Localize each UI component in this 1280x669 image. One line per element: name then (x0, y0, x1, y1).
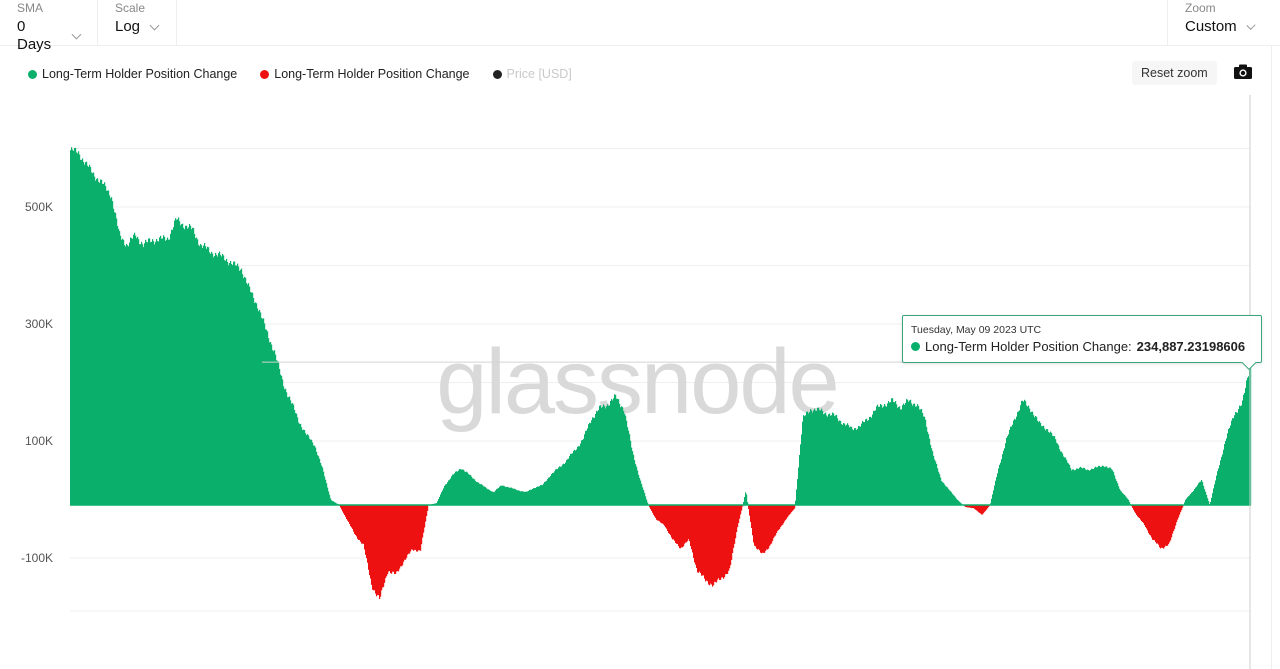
chevron-down-icon (71, 29, 82, 39)
watermark: glassnode (436, 331, 837, 433)
legend-dot-icon (492, 69, 502, 79)
zoom-dropdown[interactable]: Zoom Custom (1167, 0, 1271, 46)
reset-zoom-button[interactable]: Reset zoom (1132, 61, 1217, 85)
zoom-label: Zoom (1185, 1, 1216, 15)
tooltip-series: Long-Term Holder Position Change: (925, 339, 1132, 354)
y-tick-label: 500K (25, 200, 53, 214)
top-toolbar: SMA 0 Days Scale Log Zoom Custom (0, 0, 1280, 53)
scale-label: Scale (115, 1, 146, 15)
zoom-select[interactable]: Custom (1185, 18, 1256, 36)
tooltip-dot-icon (911, 342, 920, 351)
scale-dropdown[interactable]: Scale Log (98, 0, 177, 46)
legend-label: Long-Term Holder Position Change (42, 67, 238, 81)
legend-item-ltph-negative[interactable]: Long-Term Holder Position Change (260, 67, 470, 81)
scale-select[interactable]: Log (115, 18, 160, 36)
sma-dropdown[interactable]: SMA 0 Days (0, 0, 98, 53)
sma-label: SMA (17, 1, 44, 15)
y-tick-label: -100K (21, 551, 53, 565)
tooltip-value: 234,887.23198606 (1136, 339, 1246, 354)
legend-dot-icon (260, 69, 270, 79)
chart-legend: Long-Term Holder Position Change Long-Te… (28, 67, 572, 81)
sma-value: 0 Days (17, 18, 52, 53)
data-tooltip: Tuesday, May 09 2023 UTC Long-Term Holde… (902, 315, 1262, 363)
bar-negative (427, 505, 429, 511)
legend-item-price[interactable]: Price [USD] (492, 67, 572, 81)
y-axis-ticks: 500K 300K 100K -100K (21, 200, 53, 565)
sma-select[interactable]: 0 Days (17, 18, 82, 54)
chevron-down-icon (149, 20, 160, 30)
chevron-down-icon (1246, 20, 1256, 30)
legend-label: Long-Term Holder Position Change (274, 67, 470, 81)
legend-item-ltph-positive[interactable]: Long-Term Holder Position Change (28, 67, 237, 81)
legend-dot-icon (28, 69, 37, 79)
y-tick-label: 100K (25, 434, 53, 448)
chart-canvas[interactable]: glassnode 500K 300K 100K -100K (0, 95, 1280, 669)
legend-label: Price [USD] (506, 67, 572, 81)
camera-icon[interactable] (1234, 64, 1252, 79)
tooltip-date: Tuesday, May 09 2023 UTC (911, 324, 1042, 336)
scale-value: Log (115, 18, 141, 35)
y-tick-label: 300K (25, 317, 53, 331)
zoom-value: Custom (1185, 18, 1237, 35)
